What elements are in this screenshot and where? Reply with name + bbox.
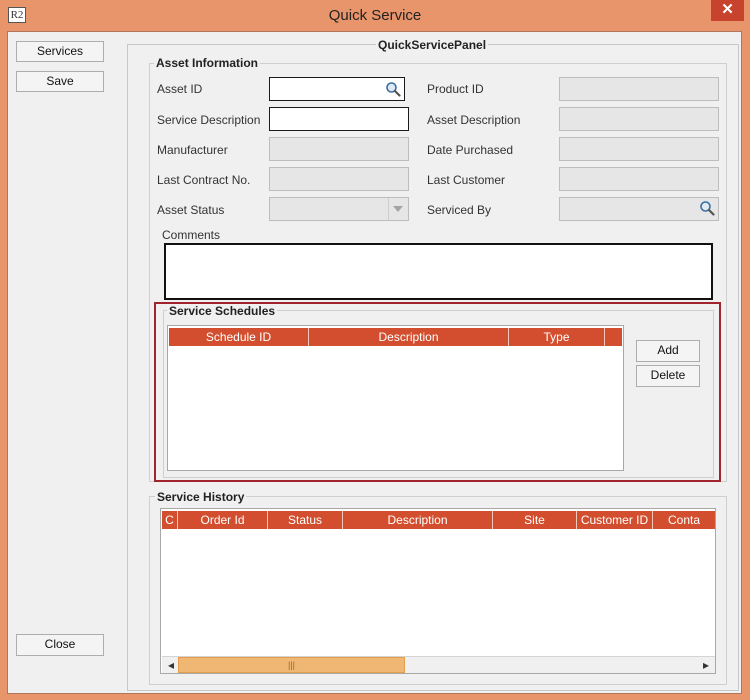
service-history-table[interactable]: C Order Id Status Description Site Custo… xyxy=(160,508,716,674)
column-header[interactable]: C xyxy=(162,511,178,529)
window-close-button[interactable]: ✕ xyxy=(711,0,744,21)
table-header: C Order Id Status Description Site Custo… xyxy=(162,511,715,529)
close-button[interactable]: Close xyxy=(16,634,104,656)
product-id-label: Product ID xyxy=(427,82,484,96)
scroll-thumb[interactable]: ||| xyxy=(178,657,405,673)
asset-description-field xyxy=(559,107,719,131)
service-description-input[interactable] xyxy=(269,107,409,131)
horizontal-scrollbar[interactable]: ◂ ||| ▸ xyxy=(162,656,715,673)
chevron-down-icon xyxy=(393,206,403,212)
column-header[interactable]: Status xyxy=(268,511,343,529)
save-button[interactable]: Save xyxy=(16,71,104,92)
asset-information-title: Asset Information xyxy=(154,56,261,70)
last-customer-label: Last Customer xyxy=(427,173,506,187)
table-header: Schedule ID Description Type xyxy=(169,328,622,346)
manufacturer-label: Manufacturer xyxy=(157,143,228,157)
asset-id-input[interactable] xyxy=(269,77,405,101)
scroll-right-arrow-icon[interactable]: ▸ xyxy=(699,658,713,672)
column-header[interactable]: Order Id xyxy=(178,511,268,529)
magnifier-icon[interactable] xyxy=(385,81,401,97)
asset-status-label: Asset Status xyxy=(157,203,225,217)
column-header[interactable]: Schedule ID xyxy=(169,328,309,346)
service-history-title: Service History xyxy=(155,490,247,504)
magnifier-icon[interactable] xyxy=(699,200,715,216)
select-divider xyxy=(388,198,389,220)
comments-label: Comments xyxy=(162,228,221,242)
column-header[interactable]: Type xyxy=(509,328,605,346)
serviced-by-field[interactable] xyxy=(559,197,719,221)
service-schedules-title: Service Schedules xyxy=(167,304,278,318)
last-contract-label: Last Contract No. xyxy=(157,173,251,187)
date-purchased-label: Date Purchased xyxy=(427,143,514,157)
column-header[interactable]: Customer ID xyxy=(577,511,653,529)
window-title: Quick Service xyxy=(328,7,422,24)
date-purchased-field xyxy=(559,137,719,161)
serviced-by-label: Serviced By xyxy=(427,203,492,217)
column-header[interactable]: Description xyxy=(343,511,493,529)
services-button[interactable]: Services xyxy=(16,41,104,62)
asset-id-label: Asset ID xyxy=(157,82,203,96)
manufacturer-field xyxy=(269,137,409,161)
column-header[interactable]: Description xyxy=(309,328,509,346)
asset-status-select[interactable] xyxy=(269,197,409,221)
delete-schedule-button[interactable]: Delete xyxy=(636,365,700,387)
last-customer-field xyxy=(559,167,719,191)
product-id-field xyxy=(559,77,719,101)
column-header[interactable]: Conta xyxy=(653,511,715,529)
scroll-left-arrow-icon[interactable]: ◂ xyxy=(164,658,178,672)
column-header[interactable]: Site xyxy=(493,511,577,529)
last-contract-field xyxy=(269,167,409,191)
service-schedules-table[interactable]: Schedule ID Description Type xyxy=(167,325,624,471)
service-description-label: Service Description xyxy=(157,113,261,127)
add-schedule-button[interactable]: Add xyxy=(636,340,700,362)
asset-description-label: Asset Description xyxy=(427,113,521,127)
comments-textarea[interactable] xyxy=(164,243,713,300)
panel-title: QuickServicePanel xyxy=(376,38,489,52)
